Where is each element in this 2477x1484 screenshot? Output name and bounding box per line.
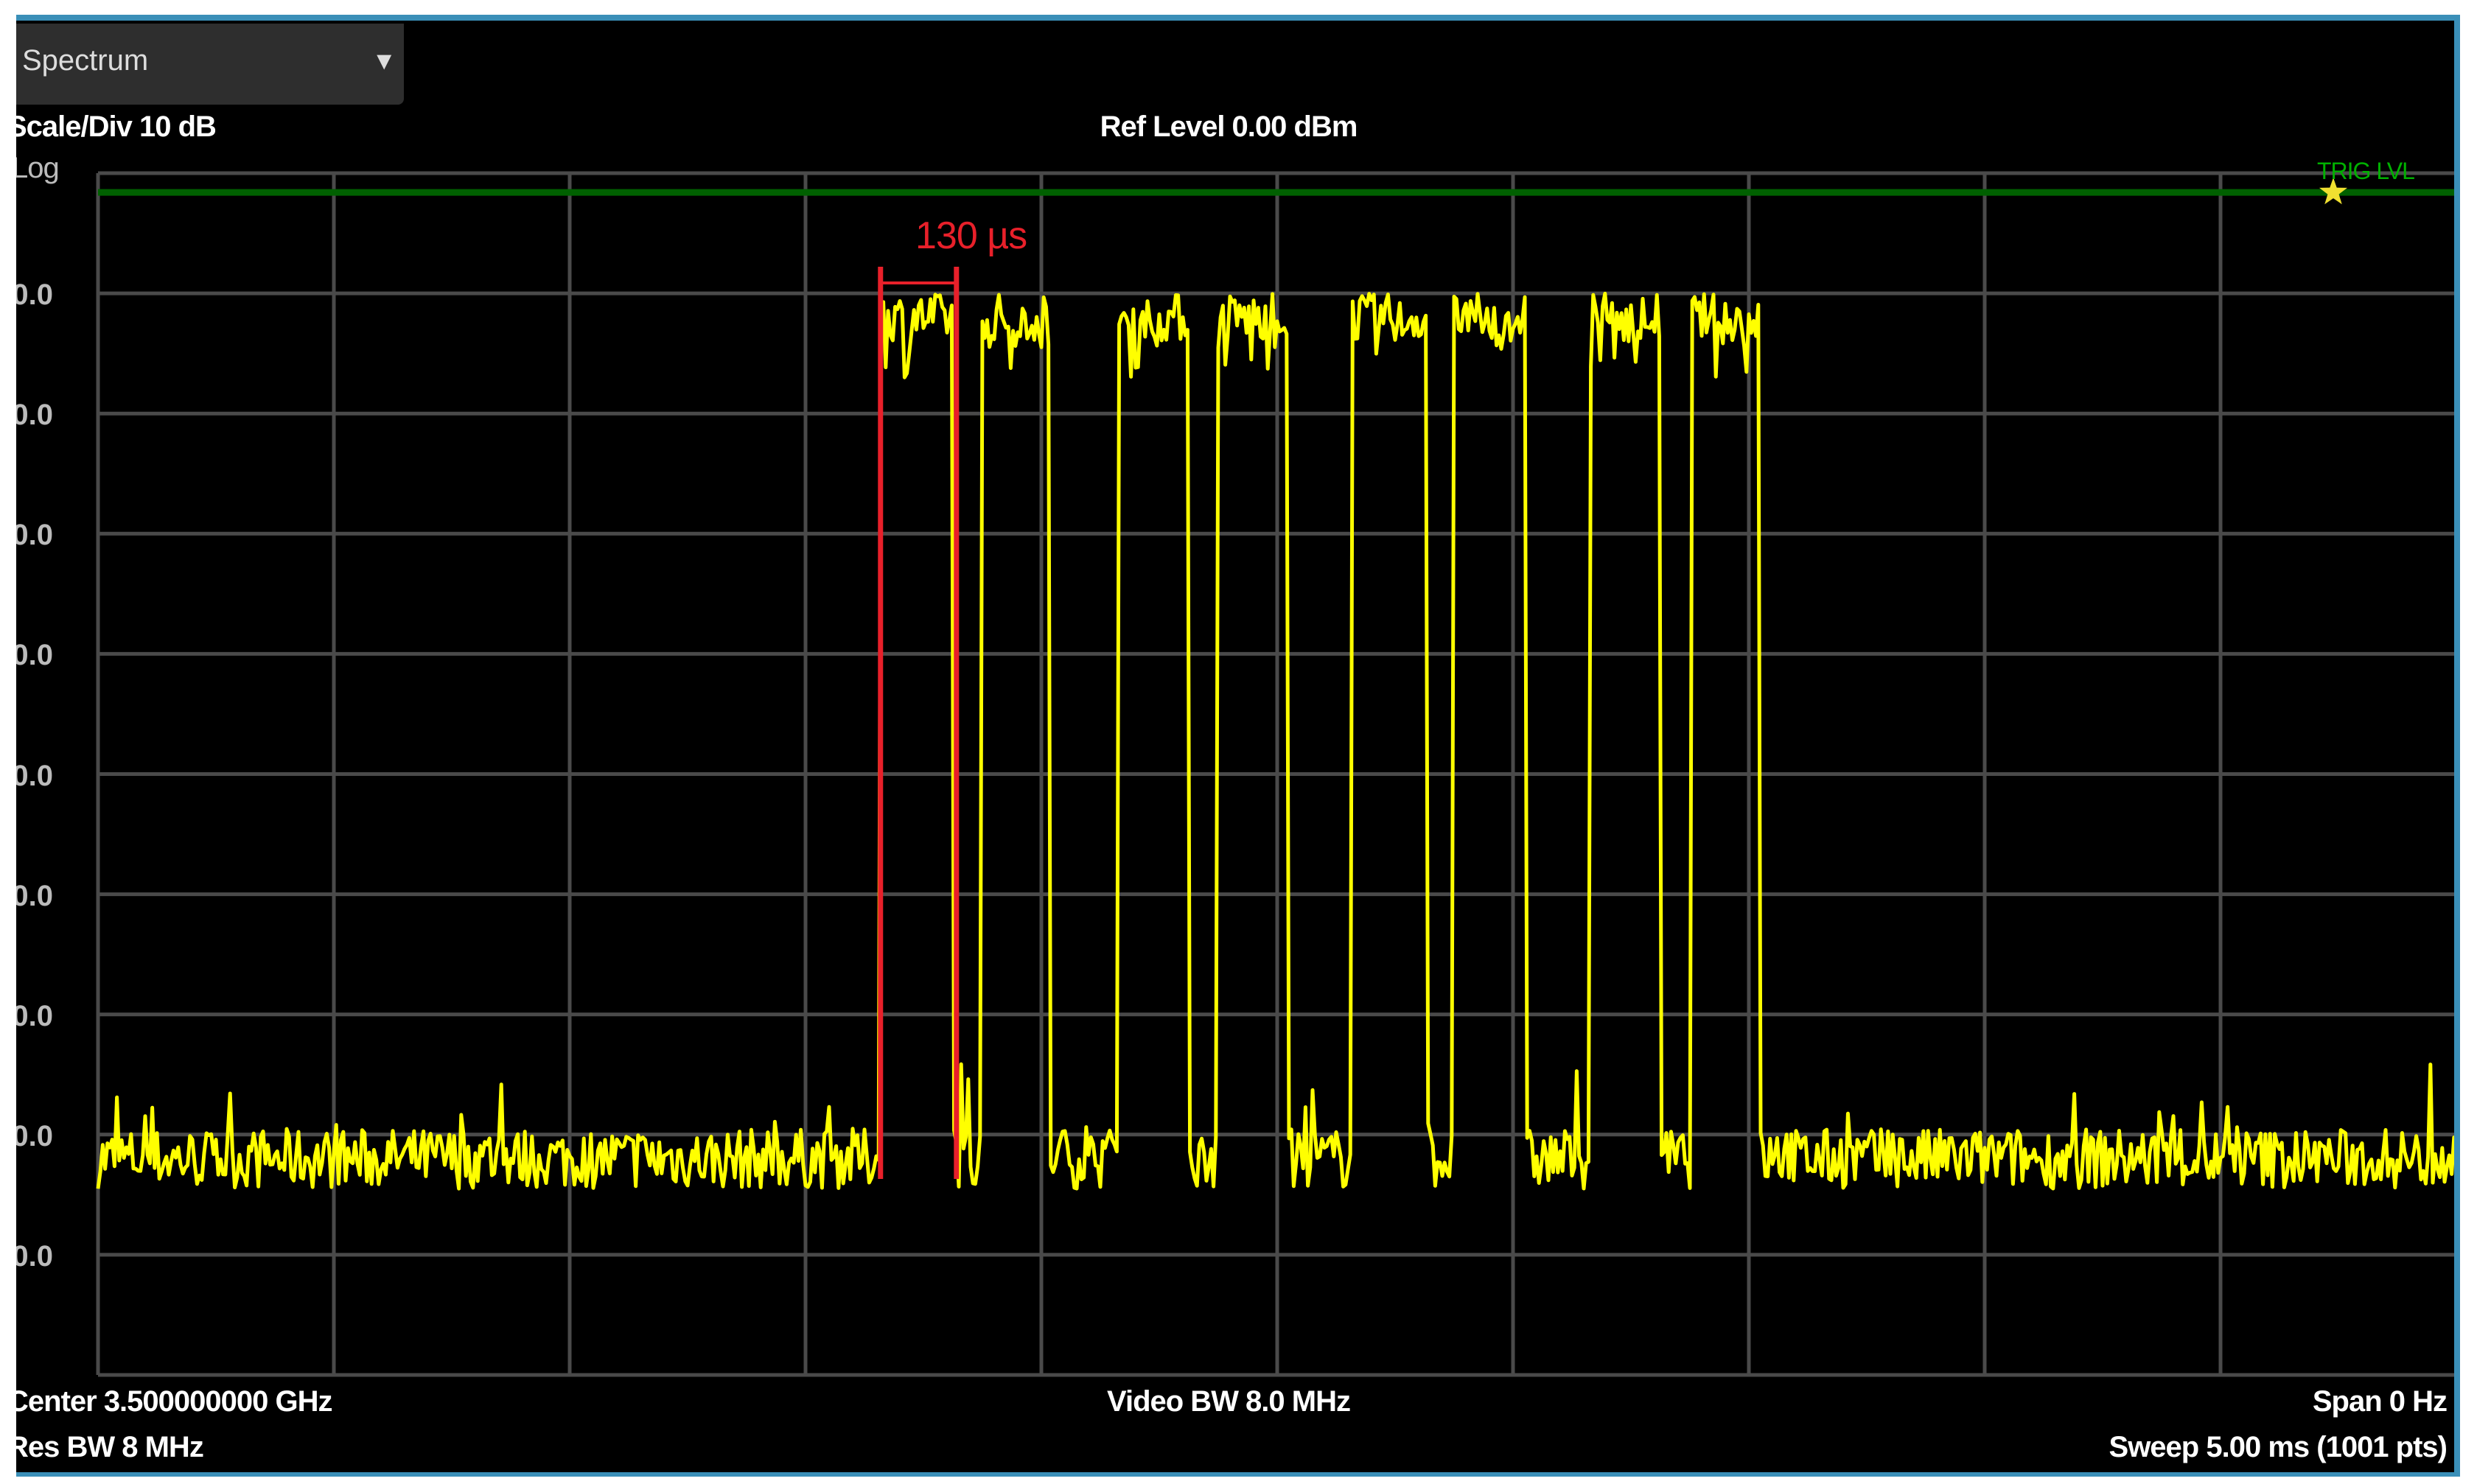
y-tick-label: -30.0 [16, 519, 53, 552]
ref-level-label: Ref Level 0.00 dBm [1100, 111, 1358, 143]
sweep-label: Sweep 5.00 ms (1001 pts) [2109, 1431, 2448, 1464]
mode-label: Spectrum [22, 44, 149, 77]
y-tick-label: -50.0 [16, 759, 53, 792]
trigger-level-label: TRIG LVL [2317, 158, 2415, 184]
y-tick-label: -60.0 [16, 879, 53, 912]
spectrum-plot [96, 171, 2454, 1377]
span-label: Span 0 Hz [2312, 1385, 2448, 1418]
mode-selector-dropdown[interactable]: Spectrum ▼ [16, 24, 404, 105]
y-tick-label: -80.0 [16, 1119, 53, 1152]
y-tick-label: -70.0 [16, 999, 53, 1032]
y-tick-label: -90.0 [16, 1239, 53, 1273]
res-bw-label: Res BW 8 MHz [16, 1431, 204, 1463]
spectrum-analyzer-screen: Spectrum ▼ Scale/Div 10 dB Log Ref Level… [16, 15, 2460, 1477]
y-tick-label: -40.0 [16, 639, 53, 672]
scale-type-label: Log [16, 152, 60, 184]
y-tick-label: -10.0 [16, 279, 53, 312]
sweep-points: (1001 pts) [2316, 1431, 2448, 1463]
pulse-width-annotation: 130 µs [915, 214, 1027, 257]
sweep-time: Sweep 5.00 ms [2109, 1431, 2310, 1463]
video-bw-label: Video BW 8.0 MHz [1107, 1385, 1351, 1418]
y-tick-label: -20.0 [16, 399, 53, 432]
scale-div-label: Scale/Div 10 dB [16, 111, 217, 143]
dropdown-arrow-icon: ▼ [371, 47, 396, 75]
center-frequency-label: Center 3.500000000 GHz [16, 1385, 332, 1418]
